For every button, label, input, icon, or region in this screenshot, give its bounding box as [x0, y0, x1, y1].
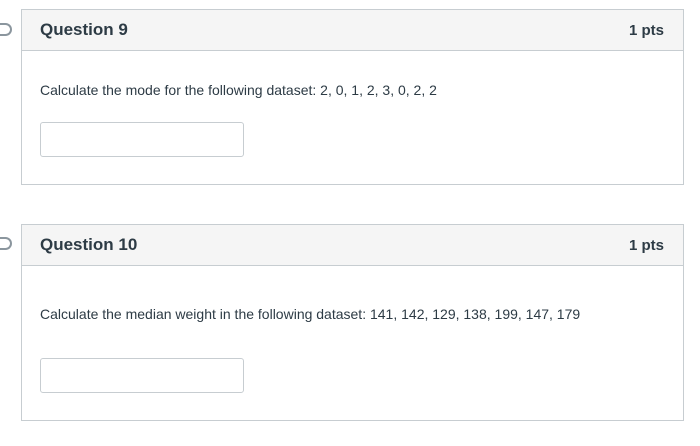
question-title: Question 9 [40, 20, 128, 39]
flag-question-icon[interactable] [0, 237, 12, 250]
question-points: 1 pts [628, 236, 664, 254]
question-points: 1 pts [628, 21, 664, 39]
question-9-card: Question 9 1 pts Calculate the mode for … [21, 9, 684, 185]
question-text: Calculate the median weight in the follo… [40, 306, 581, 322]
answer-input[interactable] [40, 358, 244, 393]
question-header: Question 10 1 pts [22, 225, 683, 266]
question-header: Question 9 1 pts [22, 10, 683, 51]
quiz-page: Question 9 1 pts Calculate the mode for … [0, 0, 700, 446]
answer-input[interactable] [40, 122, 244, 157]
question-10-card: Question 10 1 pts Calculate the median w… [21, 224, 684, 421]
question-text: Calculate the mode for the following dat… [40, 82, 437, 98]
flag-question-icon[interactable] [0, 23, 12, 36]
question-title: Question 10 [40, 235, 138, 254]
